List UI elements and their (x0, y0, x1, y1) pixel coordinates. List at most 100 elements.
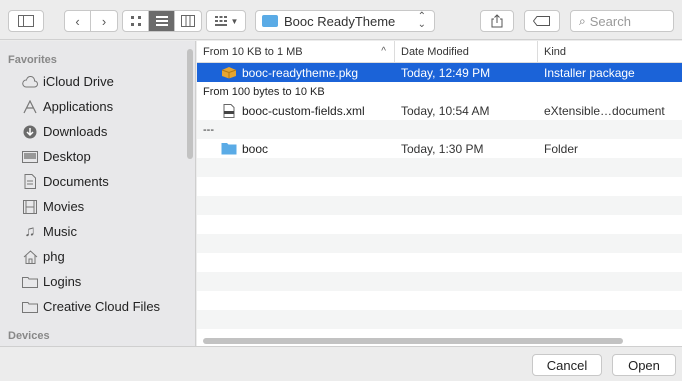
sidebar-scrollbar[interactable] (187, 49, 193, 159)
sidebar-item-creative-cloud-files[interactable]: Creative Cloud Files (0, 294, 195, 319)
open-button[interactable]: Open (612, 354, 676, 376)
empty-row (197, 215, 682, 234)
path-popup[interactable]: Booc ReadyTheme ⌃ ⌄ (255, 10, 435, 32)
sidebar-item-label: Movies (43, 199, 85, 214)
share-button[interactable] (480, 10, 514, 32)
sidebar-item-applications[interactable]: Applications (0, 94, 195, 119)
updown-chevron-icon: ⌃ ⌄ (417, 11, 426, 30)
sidebar-item-label: Logins (43, 274, 82, 289)
empty-row (197, 234, 682, 253)
file-name: booc (242, 141, 269, 156)
sidebar-item-downloads[interactable]: Downloads (0, 119, 195, 144)
icon-view-button[interactable] (123, 11, 149, 31)
sidebar-item-label: iCloud Drive (43, 74, 114, 89)
file-row-booc-readytheme[interactable]: booc-readytheme.pkg Today, 12:49 PM Inst… (197, 63, 682, 82)
column-header-kind[interactable]: Kind (538, 41, 682, 62)
sidebar-item-label: Music (43, 224, 77, 239)
sidebar-item-phg[interactable]: phg (0, 244, 195, 269)
folder-icon (22, 299, 38, 315)
sidebar-item-music[interactable]: ♫ Music (0, 219, 195, 244)
path-label: Booc ReadyTheme (284, 13, 396, 29)
folder-icon (22, 274, 38, 290)
empty-row (197, 177, 682, 196)
sidebar-item-documents[interactable]: Documents (0, 169, 195, 194)
sidebar-item-label: phg (43, 249, 65, 264)
applications-icon (22, 99, 38, 115)
column-date-label: Date Modified (401, 45, 469, 58)
sidebar-toggle-icon (18, 15, 34, 27)
chevron-down-icon: ▼ (230, 16, 239, 26)
sidebar-toggle-button[interactable] (8, 10, 44, 32)
file-kind: Installer package (544, 65, 635, 80)
forward-button[interactable]: › (91, 11, 117, 31)
cancel-button[interactable]: Cancel (532, 354, 602, 376)
share-icon (491, 14, 503, 28)
file-row-booc-custom-fields[interactable]: booc-custom-fields.xml Today, 10:54 AM e… (197, 101, 682, 120)
file-date: Today, 12:49 PM (401, 65, 491, 80)
sidebar-item-movies[interactable]: Movies (0, 194, 195, 219)
sidebar-item-label: Desktop (43, 149, 91, 164)
empty-row (197, 291, 682, 310)
devices-header: Devices (8, 330, 50, 342)
tag-button[interactable] (524, 10, 560, 32)
movies-icon (22, 199, 38, 215)
column-view-button[interactable] (175, 11, 201, 31)
package-icon (221, 66, 237, 80)
search-field[interactable]: ⌕ (570, 10, 674, 32)
desktop-icon (22, 149, 38, 165)
column-header-name[interactable]: From 10 KB to 1 MB ^ (197, 41, 395, 62)
list-view-icon (155, 16, 168, 26)
favorites-header: Favorites (8, 54, 57, 66)
column-view-icon (181, 15, 195, 27)
file-list: From 10 KB to 1 MB ^ Date Modified Kind … (197, 41, 682, 346)
sidebar-item-icloud-drive[interactable]: iCloud Drive (0, 69, 195, 94)
empty-row (197, 158, 682, 177)
arrange-button[interactable]: ▼ (206, 10, 246, 32)
column-kind-label: Kind (544, 45, 567, 58)
sidebar-item-label: Downloads (43, 124, 108, 139)
cloud-icon (22, 74, 38, 90)
sidebar-item-label: Documents (43, 174, 109, 189)
back-button[interactable]: ‹ (65, 11, 91, 31)
group-header: From 100 bytes to 10 KB (203, 85, 325, 98)
sidebar-item-logins[interactable]: Logins (0, 269, 195, 294)
sidebar-item-label: Creative Cloud Files (43, 299, 161, 314)
home-icon (22, 249, 38, 265)
search-input[interactable] (589, 13, 660, 29)
file-date: Today, 1:30 PM (401, 141, 484, 156)
file-kind: Folder (544, 141, 579, 156)
empty-row (197, 196, 682, 215)
xml-file-icon (221, 103, 237, 118)
file-name: booc-custom-fields.xml (242, 103, 365, 118)
sort-ascending-icon: ^ (381, 46, 386, 57)
tag-icon (533, 16, 550, 26)
empty-row (197, 310, 682, 329)
column-header: From 10 KB to 1 MB ^ Date Modified Kind (197, 41, 682, 63)
file-date: Today, 10:54 AM (401, 103, 490, 118)
file-name: booc-readytheme.pkg (242, 65, 359, 80)
list-view-button[interactable] (149, 11, 175, 31)
nav-buttons: ‹ › (64, 10, 118, 32)
folder-icon (262, 15, 278, 27)
view-mode-buttons (122, 10, 202, 32)
downloads-icon (22, 124, 38, 140)
column-name-label: From 10 KB to 1 MB (203, 45, 303, 58)
arrange-icon (214, 16, 227, 26)
horizontal-scrollbar[interactable] (203, 338, 623, 344)
folder-icon (221, 142, 237, 156)
column-header-date[interactable]: Date Modified (395, 41, 538, 62)
sidebar-item-label: Applications (43, 99, 114, 114)
toolbar: ‹ › ▼ Booc ReadyTheme ⌃ ⌄ ⌕ (0, 0, 682, 40)
dialog-footer: Cancel Open (0, 346, 682, 381)
search-icon: ⌕ (579, 13, 586, 28)
file-kind: eXtensible…document (544, 103, 665, 118)
chevron-left-icon: ‹ (75, 13, 80, 29)
group-header: --- (197, 120, 682, 139)
sidebar-item-desktop[interactable]: Desktop (0, 144, 195, 169)
music-icon: ♫ (24, 223, 36, 240)
chevron-right-icon: › (101, 13, 107, 29)
documents-icon (22, 174, 38, 190)
file-row-booc[interactable]: booc Today, 1:30 PM Folder (197, 139, 682, 158)
icon-view-icon (130, 16, 141, 26)
empty-row (197, 272, 682, 291)
